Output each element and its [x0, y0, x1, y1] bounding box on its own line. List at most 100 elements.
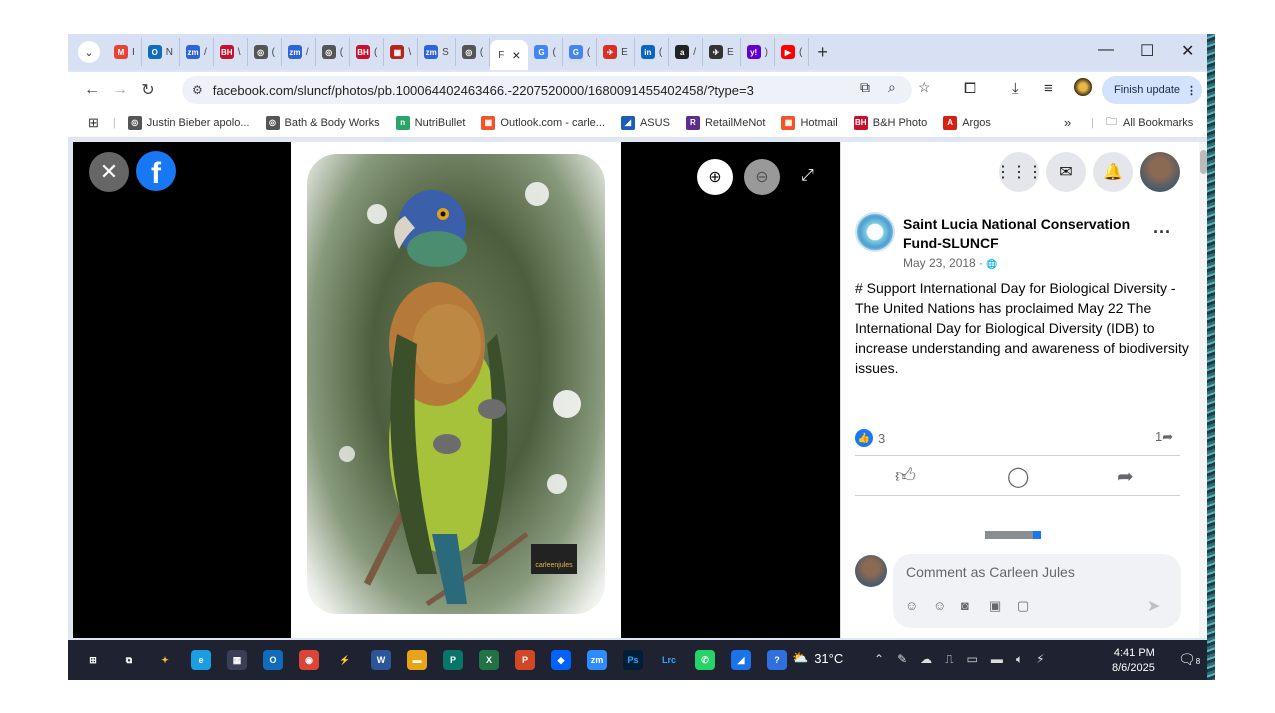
avatar-sticker-icon[interactable]: ☺ — [905, 598, 918, 613]
bookmark-item[interactable]: BH B&H Photo — [853, 115, 927, 130]
taskbar-perplexity-icon[interactable]: ⚡ — [330, 645, 360, 675]
reading-list-icon[interactable]: ≡ — [1044, 80, 1053, 97]
taskbar-files-icon[interactable]: ▬ — [402, 645, 432, 675]
tab-b-3[interactable]: in( — [635, 38, 670, 66]
tab-b-5[interactable]: ✈ E — [703, 38, 741, 66]
notifications-bell-icon[interactable]: 🔔 — [1093, 152, 1133, 192]
share-button-icon[interactable]: ➦ — [1117, 464, 1134, 489]
bookmark-item[interactable]: ▦ Outlook.com - carle... — [481, 115, 605, 130]
taskbar-lightroom-icon[interactable]: Lrc — [654, 645, 684, 675]
tab-b-7[interactable]: ▶( — [775, 38, 810, 66]
scrollbar-thumb[interactable] — [1200, 150, 1207, 174]
sticker-icon[interactable]: ▢ — [1017, 598, 1029, 614]
install-app-icon[interactable]: ⧉ — [860, 79, 870, 96]
taskbar-publisher-icon[interactable]: P — [438, 645, 468, 675]
show-hidden-icons-icon[interactable]: ⌃ — [874, 652, 884, 667]
zoom-icon[interactable]: ⌕ — [888, 79, 896, 96]
tab-facebook-active[interactable]: F × — [490, 40, 529, 70]
taskbar-start-icon[interactable]: ⊞ — [78, 645, 108, 675]
tab-a-6[interactable]: ◎( — [316, 38, 351, 66]
bookmark-item[interactable]: R RetailMeNot — [685, 115, 765, 130]
zoom-out-button[interactable]: ⊖ — [744, 159, 780, 195]
taskbar-chrome-icon[interactable]: ◉ — [294, 645, 324, 675]
display-icon[interactable]: ▭ — [967, 652, 978, 667]
profile-avatar-icon[interactable] — [1074, 78, 1092, 96]
tab-a-4[interactable]: ◎( — [248, 38, 282, 66]
back-icon[interactable]: ← — [78, 81, 106, 99]
tab-a-5[interactable]: zm / — [282, 38, 316, 66]
usb-icon[interactable]: ⎍ — [945, 652, 953, 667]
fullscreen-icon[interactable]: ⤢ — [801, 167, 814, 185]
tab-b-4[interactable]: a / — [669, 38, 703, 66]
pen-icon[interactable]: ✎ — [897, 652, 907, 667]
taskbar-copilot-icon[interactable]: ✦ — [150, 645, 180, 675]
emoji-icon[interactable]: ☺ — [933, 598, 946, 613]
camera-icon[interactable]: ◙ — [961, 598, 969, 613]
page-name[interactable]: Saint Lucia National Conservation Fund-S… — [903, 215, 1153, 253]
bookmark-item[interactable]: ◢ ASUS — [620, 115, 670, 130]
taskbar-whatsapp-icon[interactable]: ✆ — [690, 645, 720, 675]
taskbar-outlook-icon[interactable]: O — [258, 645, 288, 675]
taskbar-dropbox-icon[interactable]: ◆ — [546, 645, 576, 675]
taskbar-help-icon[interactable]: ? — [762, 645, 792, 675]
taskbar-photos-icon[interactable]: ◢ — [726, 645, 756, 675]
cloud-icon[interactable]: ☁ — [920, 652, 932, 667]
notifications-icon[interactable]: 🗨8 — [1178, 651, 1200, 668]
all-bookmarks-button[interactable]: 🗀 All Bookmarks — [1106, 113, 1193, 132]
weather-widget[interactable]: ⛅ 31°C — [792, 650, 843, 666]
account-avatar[interactable] — [1140, 152, 1180, 192]
tab-a-2[interactable]: zm / — [180, 38, 214, 66]
download-icon[interactable]: ⤓ — [1012, 80, 1019, 97]
bookmark-star-icon[interactable]: ☆ — [918, 79, 931, 96]
taskbar-store-icon[interactable]: ▦ — [222, 645, 252, 675]
taskbar-powerpoint-icon[interactable]: P — [510, 645, 540, 675]
clock[interactable]: 4:41 PM 8/6/2025 — [1112, 646, 1155, 676]
volume-icon[interactable]: 🔈︎ — [1016, 652, 1023, 667]
reload-icon[interactable]: ↻ — [134, 80, 162, 100]
bookmark-item[interactable]: ▦ Hotmail — [781, 115, 838, 130]
finish-update-button[interactable]: Finish update ⋮ — [1102, 76, 1202, 104]
like-button-icon[interactable]: 👍︎ — [895, 464, 916, 488]
tab-b-0[interactable]: G( — [528, 38, 563, 66]
bookmarks-overflow-icon[interactable]: » — [1064, 115, 1071, 130]
send-icon[interactable]: ➤ — [1147, 596, 1160, 616]
tab-a-9[interactable]: zm S — [418, 38, 456, 66]
kebab-menu-icon[interactable]: ⋮ — [1186, 84, 1197, 97]
facebook-logo-icon[interactable]: f — [136, 151, 176, 191]
commenter-avatar[interactable] — [855, 555, 887, 587]
taskbar-photoshop-icon[interactable]: Ps — [618, 645, 648, 675]
comment-input[interactable]: Comment as Carleen Jules ☺ ☺ ◙ ▣ ▢ ➤ — [893, 554, 1181, 628]
zoom-in-button[interactable]: ⊕ — [697, 159, 733, 195]
bookmark-item[interactable]: ◎ Bath & Body Works — [265, 115, 380, 130]
taskbar-word-icon[interactable]: W — [366, 645, 396, 675]
tab-a-1[interactable]: ON — [142, 38, 181, 66]
apps-grid-icon[interactable]: ⊞ — [88, 115, 99, 131]
tab-b-2[interactable]: ✈ E — [597, 38, 635, 66]
close-window-button[interactable]: ✕ — [1181, 41, 1194, 61]
tab-b-1[interactable]: G( — [563, 38, 598, 66]
comment-button-icon[interactable]: ◯ — [1007, 464, 1029, 489]
page-avatar[interactable] — [855, 212, 895, 252]
forward-icon[interactable]: → — [106, 81, 134, 99]
share-summary[interactable]: 1➦ — [1155, 429, 1173, 445]
tab-a-7[interactable]: BH( — [350, 38, 385, 66]
menu-grid-icon[interactable]: ⋮⋮⋮ — [995, 152, 1043, 192]
bookmark-item[interactable]: A Argos — [943, 115, 991, 130]
tab-close-icon[interactable]: × — [512, 47, 520, 63]
new-tab-button[interactable]: + — [817, 42, 828, 63]
tab-a-10[interactable]: ◎( — [456, 38, 491, 66]
battery-icon[interactable]: ⚡︎ — [1036, 652, 1044, 667]
taskbar-taskview-icon[interactable]: ⧉ — [114, 645, 144, 675]
extensions-icon[interactable]: ⧠ — [964, 80, 976, 97]
tab-search-icon[interactable]: ⌄ — [78, 41, 100, 63]
tab-a-0[interactable]: MI — [108, 38, 142, 66]
tab-a-3[interactable]: BH \ — [214, 38, 248, 66]
more-options-icon[interactable]: ··· — [1153, 222, 1171, 243]
maximize-button[interactable]: ☐ — [1140, 41, 1154, 61]
close-viewer-button[interactable]: ✕ — [89, 152, 129, 192]
post-date[interactable]: May 23, 2018 · 🌐 — [903, 256, 998, 270]
site-settings-icon[interactable]: ⚙ — [192, 83, 203, 97]
tab-b-6[interactable]: y!) — [741, 38, 775, 66]
wifi-icon[interactable]: ▬ — [991, 652, 1003, 667]
taskbar-excel-icon[interactable]: X — [474, 645, 504, 675]
